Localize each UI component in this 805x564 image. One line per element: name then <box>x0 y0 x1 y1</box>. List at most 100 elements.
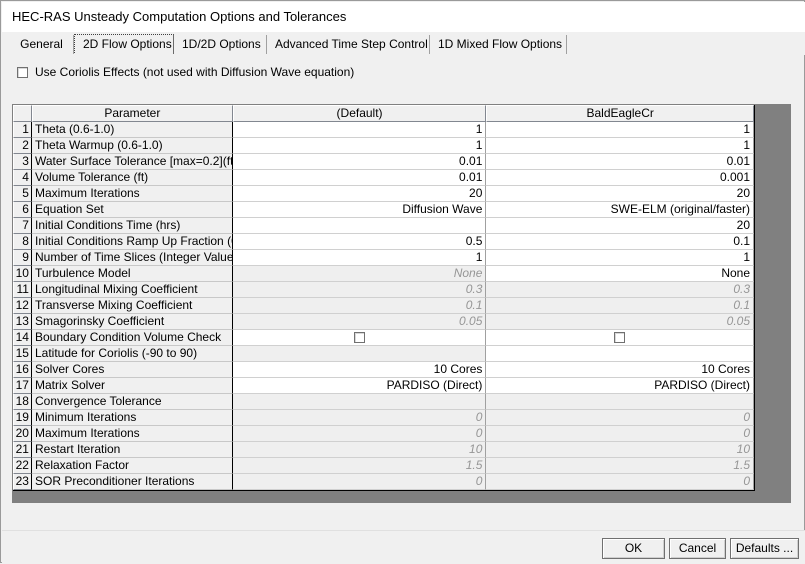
default-value-cell[interactable]: 1 <box>232 250 487 266</box>
table-row[interactable]: 13 Smagorinsky Coefficient 0.05 0.05 <box>13 314 755 330</box>
baldeaglecr-value-cell[interactable]: 0.01 <box>486 154 755 170</box>
baldeaglecr-value-cell[interactable]: 0 <box>486 426 755 442</box>
default-value-cell[interactable]: 20 <box>232 186 487 202</box>
table-row[interactable]: 6 Equation Set Diffusion Wave SWE-ELM (orig… <box>13 202 755 218</box>
parameter-name-cell: Initial Conditions Ramp Up Fraction (0-1… <box>31 234 233 250</box>
table-row[interactable]: 7 Initial Conditions Time (hrs) 20 <box>13 218 755 234</box>
parameters-grid-background: Parameter (Default) BaldEagleCr 1 Theta (0.6… <box>12 104 791 503</box>
baldeaglecr-value-cell[interactable]: PARDISO (Direct) <box>486 378 755 394</box>
default-value-cell[interactable]: 0.3 <box>232 282 487 298</box>
row-number-cell: 7 <box>13 218 32 234</box>
tab-advanced-time-step-control[interactable]: Advanced Time Step Control <box>267 35 430 54</box>
default-value-cell[interactable]: 1 <box>232 122 487 138</box>
baldeaglecr-value-cell[interactable] <box>486 346 755 362</box>
ok-button[interactable]: OK <box>602 538 665 559</box>
baldeaglecr-value-cell[interactable]: 1 <box>486 138 755 154</box>
tab-1d-2d-options[interactable]: 1D/2D Options <box>174 35 267 54</box>
table-row[interactable]: 9 Number of Time Slices (Integer Value) 1 1 <box>13 250 755 266</box>
default-value-cell[interactable]: 1 <box>232 138 487 154</box>
default-value-cell[interactable]: 0.01 <box>232 154 487 170</box>
default-value-cell[interactable]: 0.1 <box>232 298 487 314</box>
table-row[interactable]: 5 Maximum Iterations 20 20 <box>13 186 755 202</box>
table-row[interactable]: 3 Water Surface Tolerance [max=0.2](ft) 0.… <box>13 154 755 170</box>
baldeaglecr-value-cell[interactable]: 0.1 <box>486 234 755 250</box>
table-row[interactable]: 2 Theta Warmup (0.6-1.0) 1 1 <box>13 138 755 154</box>
default-value-cell[interactable]: Diffusion Wave <box>232 202 487 218</box>
page-title: HEC-RAS Unsteady Computation Options and… <box>12 9 347 24</box>
table-row[interactable]: 16 Solver Cores 10 Cores 10 Cores <box>13 362 755 378</box>
default-value-cell[interactable] <box>232 218 487 234</box>
table-row[interactable]: 1 Theta (0.6-1.0) 1 1 <box>13 122 755 138</box>
baldeaglecr-value-cell[interactable]: 0.3 <box>486 282 755 298</box>
table-row[interactable]: 22 Relaxation Factor 1.5 1.5 <box>13 458 755 474</box>
default-value-cell[interactable]: 0 <box>232 426 487 442</box>
default-value-cell[interactable]: 0.01 <box>232 170 487 186</box>
baldeaglecr-value-cell[interactable]: 20 <box>486 218 755 234</box>
default-value-cell[interactable]: 0.05 <box>232 314 487 330</box>
row-number-cell: 16 <box>13 362 32 378</box>
parameter-name-cell: Longitudinal Mixing Coefficient <box>31 282 233 298</box>
tab-2d-flow-options[interactable]: 2D Flow Options <box>74 34 174 55</box>
table-row[interactable]: 21 Restart Iteration 10 10 <box>13 442 755 458</box>
table-row[interactable]: 18 Convergence Tolerance <box>13 394 755 410</box>
table-row[interactable]: 15 Latitude for Coriolis (-90 to 90) <box>13 346 755 362</box>
boundary-condition-volume-check-checkbox[interactable] <box>614 332 626 343</box>
baldeaglecr-value-cell[interactable]: 20 <box>486 186 755 202</box>
default-value-cell[interactable]: 0 <box>232 410 487 426</box>
row-number-cell: 17 <box>13 378 32 394</box>
parameter-name-cell: Maximum Iterations <box>31 186 233 202</box>
row-number-cell: 22 <box>13 458 32 474</box>
default-value-cell[interactable]: None <box>232 266 487 282</box>
cancel-button[interactable]: Cancel <box>669 538 726 559</box>
baldeaglecr-value-cell[interactable]: 0.05 <box>486 314 755 330</box>
default-value-cell[interactable] <box>232 330 487 346</box>
table-row[interactable]: 12 Transverse Mixing Coefficient 0.1 0.1 <box>13 298 755 314</box>
boundary-condition-volume-check-checkbox[interactable] <box>353 332 365 343</box>
baldeaglecr-value-cell[interactable] <box>486 330 755 346</box>
baldeaglecr-value-cell[interactable]: 0 <box>486 410 755 426</box>
table-row[interactable]: 14 Boundary Condition Volume Check <box>13 330 755 346</box>
parameter-name-cell: Boundary Condition Volume Check <box>31 330 233 346</box>
baldeaglecr-value-cell[interactable] <box>486 394 755 410</box>
use-coriolis-effects-checkbox[interactable] <box>17 66 28 78</box>
parameters-grid[interactable]: Parameter (Default) BaldEagleCr 1 Theta (0.6… <box>13 105 755 491</box>
table-row[interactable]: 23 SOR Preconditioner Iterations 0 0 <box>13 474 755 490</box>
table-row[interactable]: 17 Matrix Solver PARDISO (Direct) PARDISO (… <box>13 378 755 394</box>
default-value-cell[interactable]: 1.5 <box>232 458 487 474</box>
baldeaglecr-value-cell[interactable]: 1 <box>486 250 755 266</box>
row-number-cell: 13 <box>13 314 32 330</box>
table-row[interactable]: 20 Maximum Iterations 0 0 <box>13 426 755 442</box>
defaults-button[interactable]: Defaults ... <box>730 538 799 559</box>
table-row[interactable]: 4 Volume Tolerance (ft) 0.01 0.001 <box>13 170 755 186</box>
tab-1d-mixed-flow-options[interactable]: 1D Mixed Flow Options <box>430 35 567 54</box>
table-row[interactable]: 10 Turbulence Model None None <box>13 266 755 282</box>
tab-general[interactable]: General <box>10 35 74 54</box>
use-coriolis-effects-row[interactable]: Use Coriolis Effects (not used with Diff… <box>17 63 354 81</box>
row-number-cell: 4 <box>13 170 32 186</box>
default-value-cell[interactable] <box>232 346 487 362</box>
baldeaglecr-value-cell[interactable]: 0 <box>486 474 755 490</box>
default-value-cell[interactable]: PARDISO (Direct) <box>232 378 487 394</box>
default-value-cell[interactable]: 0 <box>232 474 487 490</box>
baldeaglecr-value-cell[interactable]: 0.001 <box>486 170 755 186</box>
table-row[interactable]: 19 Minimum Iterations 0 0 <box>13 410 755 426</box>
parameter-name-cell: Volume Tolerance (ft) <box>31 170 233 186</box>
baldeaglecr-value-cell[interactable]: 1 <box>486 122 755 138</box>
baldeaglecr-value-cell[interactable]: 1.5 <box>486 458 755 474</box>
row-number-cell: 18 <box>13 394 32 410</box>
row-number-cell: 21 <box>13 442 32 458</box>
table-row[interactable]: 8 Initial Conditions Ramp Up Fraction (0-… <box>13 234 755 250</box>
baldeaglecr-value-cell[interactable]: None <box>486 266 755 282</box>
parameter-name-cell: Equation Set <box>31 202 233 218</box>
table-row[interactable]: 11 Longitudinal Mixing Coefficient 0.3 0.3 <box>13 282 755 298</box>
default-value-cell[interactable] <box>232 394 487 410</box>
row-number-cell: 1 <box>13 122 32 138</box>
baldeaglecr-value-cell[interactable]: SWE-ELM (original/faster) <box>486 202 755 218</box>
default-value-cell[interactable]: 10 <box>232 442 487 458</box>
default-value-cell[interactable]: 10 Cores <box>232 362 487 378</box>
baldeaglecr-value-cell[interactable]: 0.1 <box>486 298 755 314</box>
default-value-cell[interactable]: 0.5 <box>232 234 487 250</box>
tab-strip: General 2D Flow Options 1D/2D Options Advan… <box>2 32 805 55</box>
baldeaglecr-value-cell[interactable]: 10 <box>486 442 755 458</box>
baldeaglecr-value-cell[interactable]: 10 Cores <box>486 362 755 378</box>
